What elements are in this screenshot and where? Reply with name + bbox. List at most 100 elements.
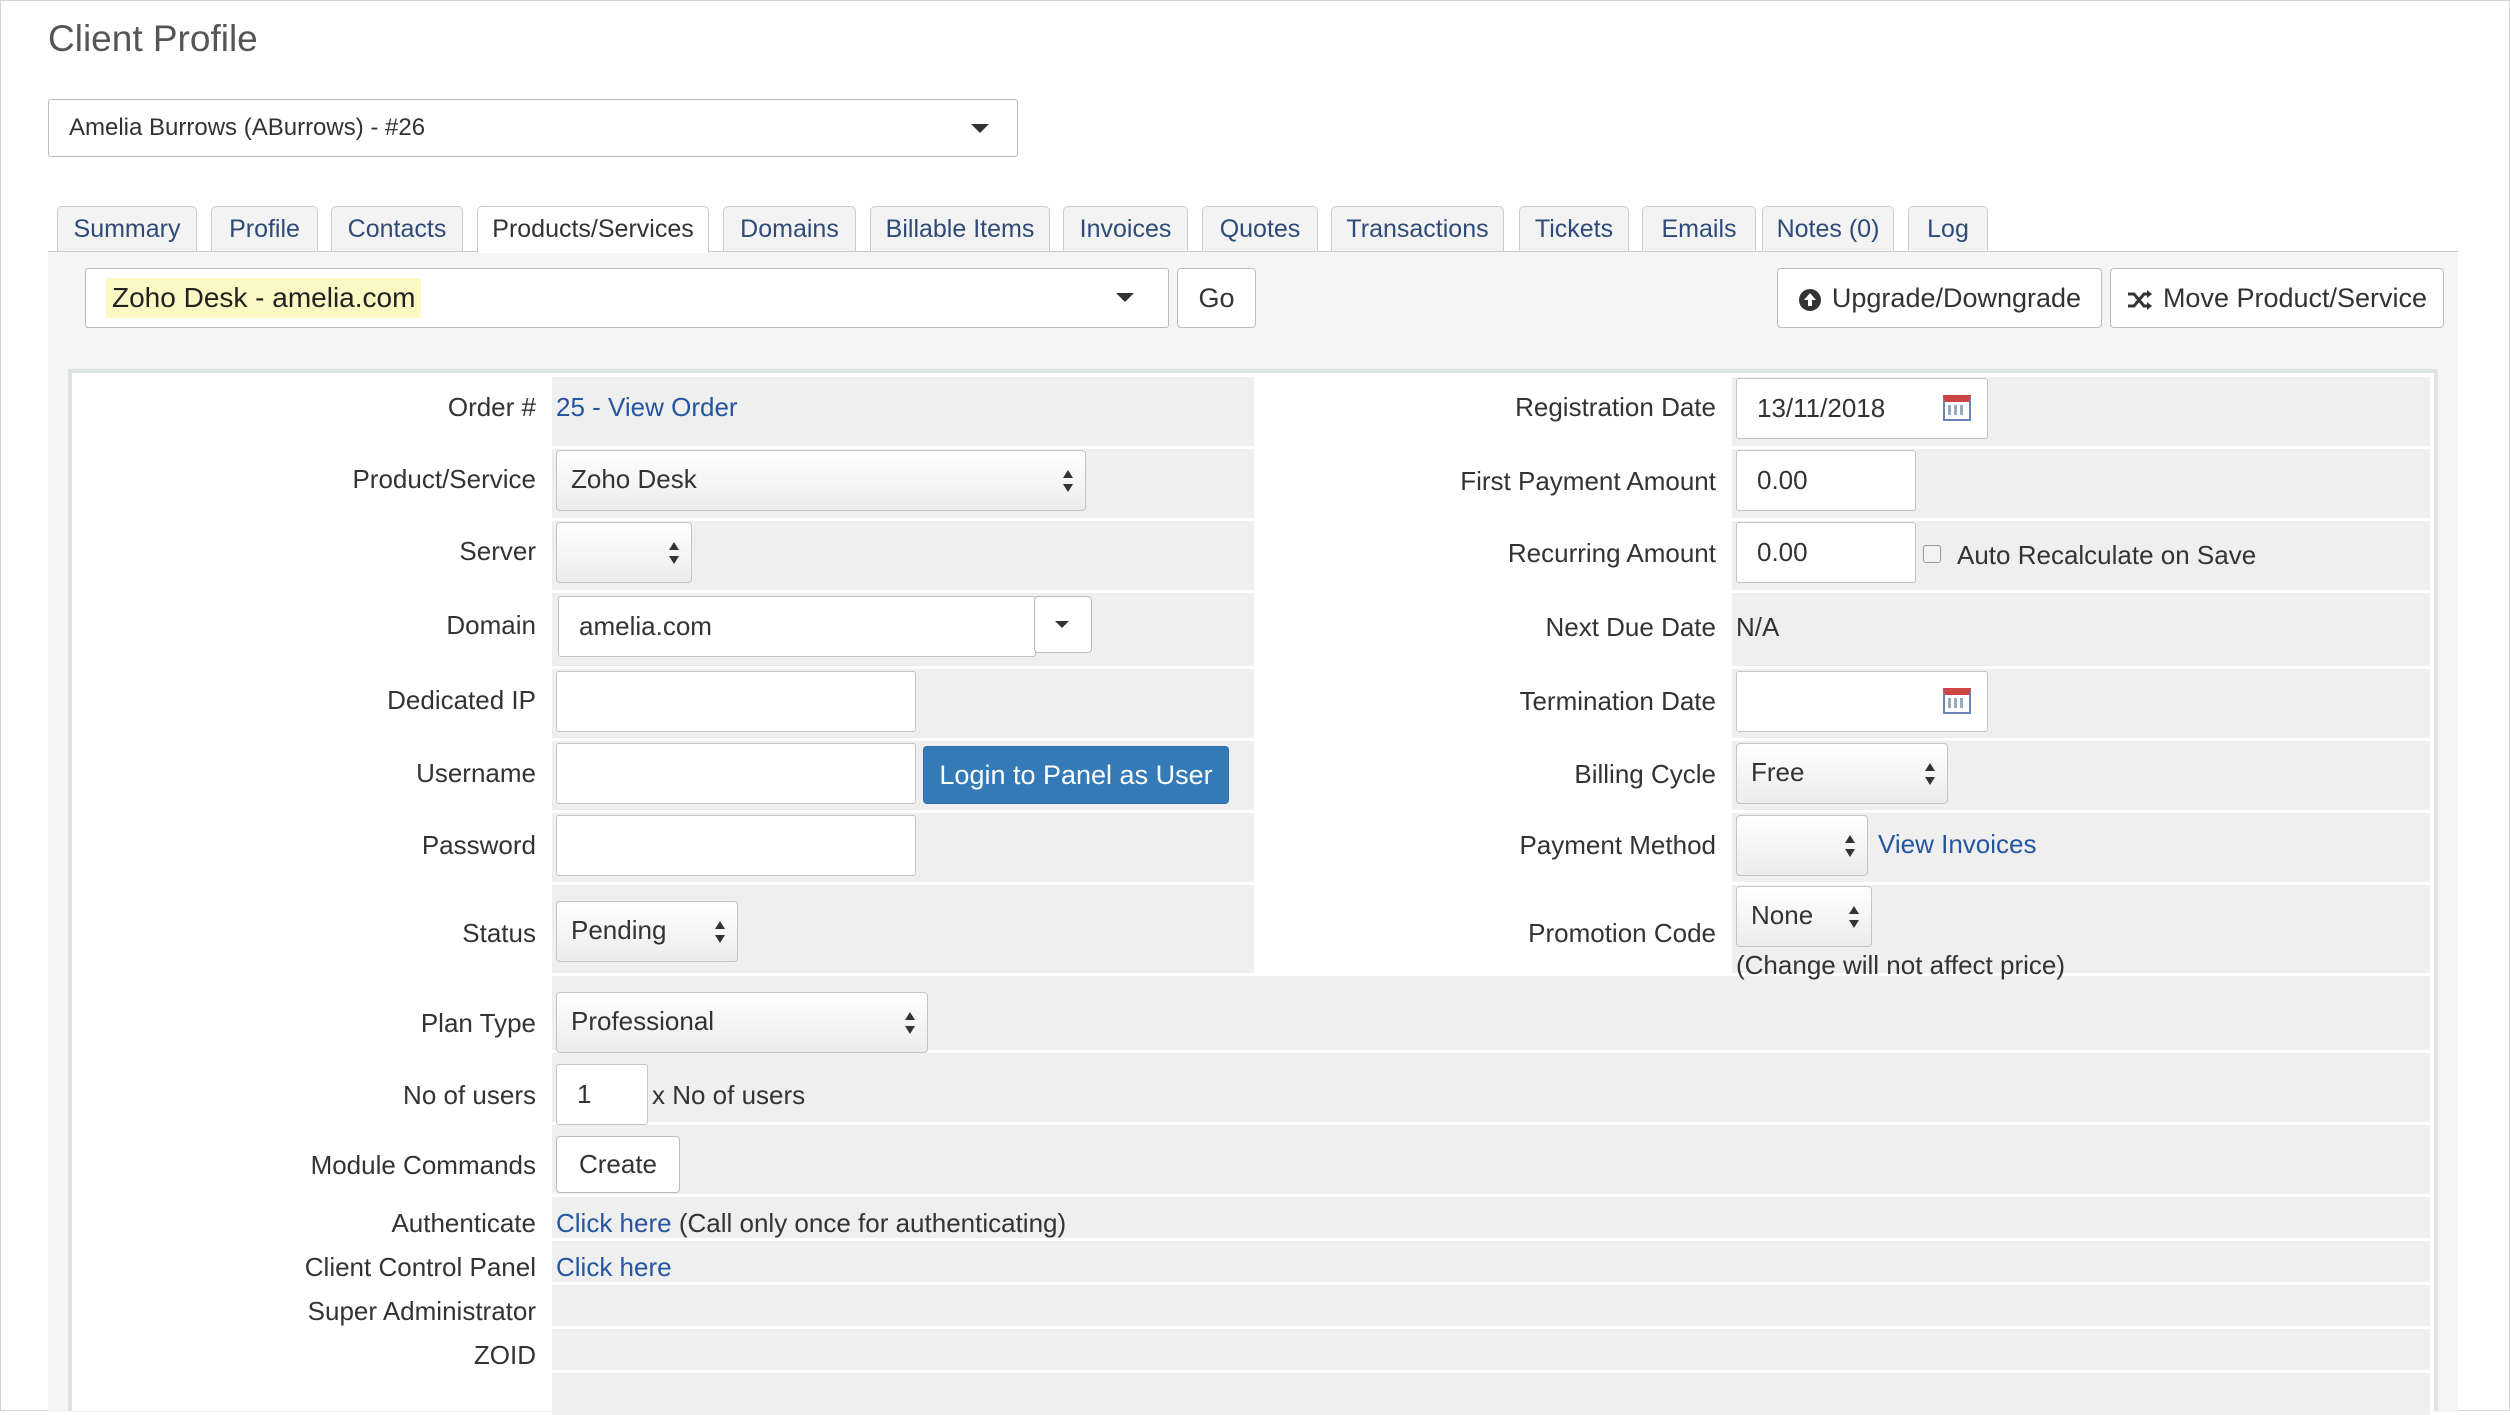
tab-summary[interactable]: Summary	[57, 206, 197, 252]
up-down-arrows-icon	[669, 541, 679, 564]
tab-products-services[interactable]: Products/Services	[477, 206, 709, 253]
tab-label: Emails	[1661, 215, 1737, 243]
dedicated-ip-label: Dedicated IP	[387, 685, 536, 715]
go-button[interactable]: Go	[1177, 268, 1256, 328]
product-service-select[interactable]: Zoho Desk	[556, 450, 1086, 511]
domain-dropdown-button[interactable]	[1034, 596, 1092, 653]
login-to-panel-label: Login to Panel as User	[939, 760, 1213, 790]
tab-transactions[interactable]: Transactions	[1331, 206, 1504, 252]
no-of-users-label: No of users	[403, 1080, 536, 1110]
auto-recalculate-label: Auto Recalculate on Save	[1957, 540, 2257, 570]
tab-quotes[interactable]: Quotes	[1202, 206, 1318, 252]
status-select[interactable]: Pending	[556, 901, 738, 962]
registration-date-value: 13/11/2018	[1757, 393, 1886, 423]
tab-label: Contacts	[347, 215, 447, 243]
tab-label: Notes (0)	[1776, 215, 1880, 243]
dedicated-ip-input[interactable]	[556, 671, 916, 732]
page-title: Client Profile	[48, 18, 258, 59]
promotion-code-value: None	[1751, 900, 1814, 930]
domain-value: amelia.com	[579, 611, 712, 641]
tab-label: Invoices	[1079, 215, 1172, 243]
client-control-panel-label: Client Control Panel	[304, 1252, 536, 1282]
tab-label: Profile	[229, 215, 300, 243]
domain-label: Domain	[446, 610, 536, 640]
termination-date-input[interactable]	[1736, 671, 1988, 732]
create-button[interactable]: Create	[556, 1136, 680, 1193]
shuffle-icon	[2127, 289, 2152, 310]
promotion-code-select[interactable]: None	[1736, 886, 1872, 947]
server-label: Server	[459, 536, 536, 566]
tab-tickets[interactable]: Tickets	[1519, 206, 1629, 252]
next-due-date-label: Next Due Date	[1545, 612, 1716, 642]
tab-emails[interactable]: Emails	[1642, 206, 1756, 252]
tab-label: Domains	[740, 215, 839, 243]
go-button-label: Go	[1198, 283, 1235, 313]
arrow-circle-up-icon	[1798, 288, 1821, 311]
authenticate-note: (Call only once for authenticating)	[678, 1208, 1067, 1238]
server-select[interactable]	[556, 522, 692, 583]
billing-cycle-label: Billing Cycle	[1574, 759, 1716, 789]
service-select-value: Zoho Desk - amelia.com	[106, 278, 422, 318]
caret-down-icon	[1055, 621, 1069, 628]
auto-recalculate-checkbox[interactable]	[1923, 545, 1941, 563]
order-value: 25 - View Order	[556, 392, 738, 422]
no-of-users-suffix: x No of users	[652, 1080, 806, 1110]
registration-date-label: Registration Date	[1515, 392, 1716, 422]
recurring-amount-input[interactable]: 0.00	[1736, 522, 1916, 583]
promotion-code-label: Promotion Code	[1528, 918, 1716, 948]
caret-down-icon	[1116, 293, 1134, 302]
up-down-arrows-icon	[1063, 469, 1073, 492]
password-input[interactable]	[556, 815, 916, 876]
zoid-label: ZOID	[473, 1340, 536, 1370]
create-button-label: Create	[578, 1149, 658, 1179]
calendar-icon[interactable]	[1943, 395, 1971, 421]
tab-label: Products/Services	[492, 215, 694, 243]
first-payment-amount-value: 0.00	[1757, 465, 1808, 495]
client-select[interactable]: Amelia Burrows (ABurrows) - #26	[48, 99, 1018, 157]
authenticate-value: Click here (Call only once for authentic…	[556, 1208, 1066, 1239]
tab-profile[interactable]: Profile	[211, 206, 318, 252]
tab-label: Transactions	[1346, 215, 1489, 243]
tab-notes[interactable]: Notes (0)	[1762, 206, 1894, 252]
first-payment-amount-input[interactable]: 0.00	[1736, 450, 1916, 511]
payment-method-select[interactable]	[1736, 815, 1868, 876]
first-payment-amount-label: First Payment Amount	[1460, 466, 1716, 496]
tab-label: Billable Items	[885, 215, 1035, 243]
username-label: Username	[416, 758, 536, 788]
registration-date-input[interactable]: 13/11/2018	[1736, 378, 1988, 439]
calendar-icon[interactable]	[1943, 688, 1971, 714]
order-view-link[interactable]: 25 - View Order	[556, 392, 738, 423]
tab-log[interactable]: Log	[1908, 206, 1988, 252]
tab-label: Log	[1927, 215, 1969, 243]
client-control-panel-link[interactable]: Click here	[556, 1252, 672, 1283]
plan-type-select[interactable]: Professional	[556, 992, 928, 1053]
view-invoices-link[interactable]: View Invoices	[1878, 829, 2037, 860]
tab-billable-items[interactable]: Billable Items	[870, 206, 1050, 252]
tab-label: Summary	[73, 215, 181, 243]
client-select-value: Amelia Burrows (ABurrows) - #26	[69, 114, 426, 141]
move-product-service-label: Move Product/Service	[2162, 283, 2428, 313]
tab-contacts[interactable]: Contacts	[331, 206, 463, 252]
product-service-label: Product/Service	[352, 464, 536, 494]
termination-date-label: Termination Date	[1519, 686, 1716, 716]
up-down-arrows-icon	[1925, 762, 1935, 785]
login-to-panel-button[interactable]: Login to Panel as User	[923, 746, 1229, 804]
no-of-users-input[interactable]: 1	[556, 1064, 648, 1125]
billing-cycle-value: Free	[1751, 757, 1805, 787]
service-select[interactable]: Zoho Desk - amelia.com	[85, 268, 1169, 328]
payment-method-label: Payment Method	[1519, 830, 1716, 860]
tab-label: Tickets	[1534, 215, 1614, 243]
recurring-amount-label: Recurring Amount	[1507, 538, 1716, 568]
next-due-date-value: N/A	[1736, 612, 1780, 642]
billing-cycle-select[interactable]: Free	[1736, 743, 1948, 804]
move-product-service-button[interactable]: Move Product/Service	[2110, 268, 2444, 328]
up-down-arrows-icon	[1845, 834, 1855, 857]
tab-domains[interactable]: Domains	[723, 206, 856, 252]
username-input[interactable]	[556, 743, 916, 804]
domain-input[interactable]: amelia.com	[558, 596, 1036, 657]
tab-invoices[interactable]: Invoices	[1063, 206, 1188, 252]
order-label: Order #	[447, 392, 536, 422]
authenticate-link[interactable]: Click here	[556, 1208, 672, 1238]
upgrade-downgrade-label: Upgrade/Downgrade	[1831, 283, 2082, 313]
upgrade-downgrade-button[interactable]: Upgrade/Downgrade	[1777, 268, 2102, 328]
